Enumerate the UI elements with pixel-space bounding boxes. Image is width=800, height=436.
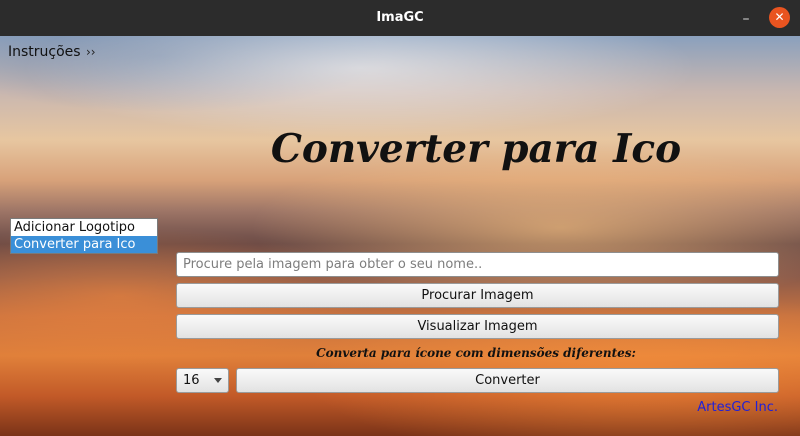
page-title: Converter para Ico [270, 126, 682, 172]
app-window: ImaGC – ✕ Instruções ›› Adicionar Logoti… [0, 0, 800, 436]
browse-image-button[interactable]: Procurar Imagem [176, 283, 779, 308]
list-item-converter-para-ico[interactable]: Converter para Ico [11, 236, 157, 253]
list-item-adicionar-logotipo[interactable]: Adicionar Logotipo [11, 219, 157, 236]
icon-size-select[interactable]: 16 [176, 368, 229, 393]
minimize-icon[interactable]: – [737, 10, 755, 28]
menu-instrucoes[interactable]: Instruções [8, 44, 81, 60]
title-bar: ImaGC – ✕ [0, 0, 800, 36]
chevron-right-icon[interactable]: ›› [86, 45, 96, 59]
function-list: Adicionar Logotipo Converter para Ico [10, 218, 158, 254]
close-icon[interactable]: ✕ [769, 7, 790, 28]
credit-text: ArtesGC Inc. [697, 400, 778, 415]
icon-size-value: 16 [183, 373, 200, 388]
window-title: ImaGC [376, 10, 424, 25]
convert-button[interactable]: Converter [236, 368, 779, 393]
dimensions-label: Converta para ícone com dimensões difere… [316, 346, 636, 360]
image-search-input[interactable] [176, 252, 779, 277]
main-panel: Instruções ›› Adicionar Logotipo Convert… [0, 36, 800, 436]
dropdown-arrow-icon [214, 378, 222, 383]
preview-image-button[interactable]: Visualizar Imagem [176, 314, 779, 339]
